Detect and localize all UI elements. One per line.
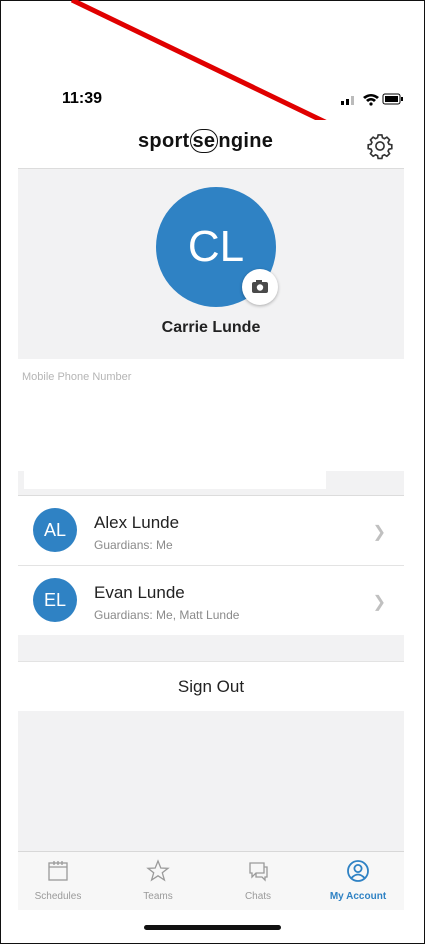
- gear-icon[interactable]: [366, 132, 394, 160]
- guardian-list: AL Alex Lunde Guardians: Me ❯ EL Evan Lu…: [18, 495, 404, 637]
- star-icon: [146, 859, 170, 882]
- chat-icon: [249, 862, 268, 882]
- camera-icon: [252, 280, 268, 293]
- tab-my-account[interactable]: My Account: [318, 858, 398, 902]
- change-photo-button[interactable]: [242, 269, 278, 305]
- tab-label: My Account: [329, 891, 387, 902]
- phone-field[interactable]: Mobile Phone Number: [18, 359, 404, 471]
- empty-area: [18, 711, 404, 851]
- chevron-right-icon: ❯: [372, 594, 386, 611]
- list-item[interactable]: EL Evan Lunde Guardians: Me, Matt Lunde …: [18, 566, 404, 635]
- list-item-name: Evan Lunde: [94, 583, 185, 602]
- list-item-subtitle: Guardians: Me, Matt Lunde: [94, 608, 240, 622]
- tab-schedules[interactable]: Schedules: [18, 858, 98, 902]
- list-item-name: Alex Lunde: [94, 513, 180, 532]
- list-item[interactable]: AL Alex Lunde Guardians: Me ❯: [18, 496, 404, 566]
- sportsengine-logo: sport se ngine: [138, 129, 274, 153]
- tab-teams[interactable]: Teams: [118, 858, 198, 902]
- profile-section: CL Carrie Lunde: [18, 169, 404, 359]
- profile-name: Carrie Lunde: [161, 319, 261, 336]
- tab-label: Teams: [143, 891, 173, 902]
- tab-chats[interactable]: Chats: [218, 858, 298, 902]
- tab-bar: Schedules Teams Chats My Account: [18, 851, 404, 910]
- list-item-subtitle: Guardians: Me: [94, 538, 173, 552]
- chevron-right-icon: ❯: [372, 524, 386, 541]
- status-icons: [341, 93, 403, 106]
- status-time: 11:39: [62, 90, 103, 107]
- tab-label: Schedules: [34, 891, 82, 902]
- phone-label: Mobile Phone Number: [22, 371, 132, 383]
- status-bar: 11:39: [18, 84, 403, 114]
- avatar: AL: [33, 508, 77, 552]
- tab-label: Chats: [244, 891, 272, 902]
- avatar: EL: [33, 578, 77, 622]
- section-gap: [18, 635, 404, 661]
- calendar-icon: [48, 861, 68, 881]
- nav-header: sport se ngine: [18, 120, 404, 169]
- user-circle-icon: [347, 860, 369, 882]
- sign-out-button[interactable]: Sign Out: [18, 661, 404, 712]
- section-divider: [18, 471, 404, 495]
- home-indicator[interactable]: [144, 925, 281, 930]
